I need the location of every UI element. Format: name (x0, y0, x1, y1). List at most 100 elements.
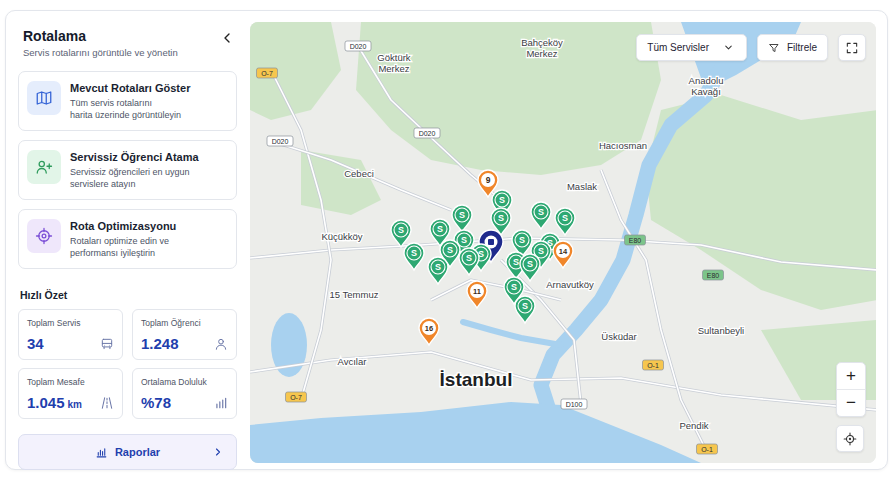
pin-shape (404, 243, 424, 270)
place-label-line: Maslak (567, 181, 597, 192)
road-shield: D100 (561, 399, 587, 409)
pin-label: S (527, 259, 533, 269)
zoom-in-label: + (846, 366, 856, 386)
road-shield-label: D020 (350, 43, 367, 50)
road-shield: O-1 (643, 360, 664, 370)
map-toolbar: Tüm Servisler Filtrele (636, 34, 866, 61)
action-card[interactable]: Mevcut Rotaları GösterTüm servis rotalar… (18, 71, 237, 131)
map-controls: +− (836, 362, 866, 452)
stat-value: 1.248 (141, 335, 179, 352)
road (601, 170, 706, 450)
pin-ring (558, 211, 572, 225)
action-title: Servissiz Öğrenci Atama (70, 151, 199, 163)
road-shield-box (257, 68, 278, 78)
place-label: 15 Temmuz (330, 289, 379, 300)
stat-value-group: %78 (141, 394, 171, 412)
stat-label: Toplam Öğrenci (141, 318, 228, 328)
summary-title: Hızlı Özet (20, 289, 237, 301)
service-pin[interactable]: S (531, 202, 551, 229)
service-pin[interactable]: S (404, 243, 424, 270)
reports-label: Raporlar (115, 446, 160, 458)
chart-icon (95, 446, 108, 459)
bus-icon (100, 337, 114, 351)
sidebar-heading: RotalamaServis rotalarını görüntüle ve y… (23, 28, 178, 58)
service-pin[interactable]: S (459, 248, 479, 275)
stat-card: Toplam Öğrenci 1.248 (132, 309, 237, 360)
action-body: Mevcut Rotaları GösterTüm servis rotalar… (70, 81, 190, 121)
fullscreen-button[interactable] (838, 34, 866, 61)
stat-label: Ortalama Doluluk (141, 377, 228, 387)
pin-label: S (519, 235, 525, 245)
road-core (601, 170, 706, 450)
place-label-line: Merkez (526, 48, 557, 59)
reports-button[interactable]: Raporlar (18, 434, 237, 470)
road-shield-label: O-1 (701, 446, 713, 453)
road-shield-label: E80 (707, 272, 720, 279)
action-card[interactable]: Rota OptimizasyonuRotaları optimize edin… (18, 209, 237, 269)
action-card[interactable]: Servissiz Öğrenci Atama Servissiz öğrenci… (18, 140, 237, 200)
service-pin[interactable]: S (520, 254, 540, 281)
service-pin[interactable]: S (428, 257, 448, 284)
stat-value-group: 1.045km (27, 394, 82, 412)
zoom-control: +− (836, 362, 866, 417)
numbered-pin[interactable]: 16 (419, 318, 439, 345)
pin-shape (531, 202, 551, 229)
action-body: Rota OptimizasyonuRotaları optimize edin… (70, 219, 176, 259)
place-label: Arnavutköy (546, 279, 594, 290)
road-shield-box (703, 270, 724, 280)
place-label-line: Arnavutköy (546, 279, 594, 290)
description-line: servislere atayın (70, 178, 199, 190)
land (250, 22, 876, 463)
road-shield: E80 (703, 270, 724, 280)
locate-button[interactable] (836, 425, 864, 452)
numbered-pin[interactable]: 14 (553, 241, 573, 268)
road-core (250, 238, 876, 270)
chevron-left-icon[interactable] (219, 30, 235, 46)
stat-label: Toplam Mesafe (27, 377, 114, 387)
road-shield-box (286, 392, 307, 402)
service-filter-label: Tüm Servisler (647, 42, 709, 53)
map-canvas[interactable]: GöktürkMerkezBahçeköyMerkezAnadoluKavağı… (250, 22, 876, 463)
place-label: AnadoluKavağı (689, 75, 724, 97)
place-label: Cebeci (344, 168, 374, 179)
chevron-down-icon (723, 42, 734, 53)
routing-card: RotalamaServis rotalarını görüntüle ve y… (5, 10, 888, 470)
place-label: GöktürkMerkez (377, 52, 411, 74)
pin-label: S (513, 257, 519, 267)
service-pin[interactable]: S (515, 296, 535, 323)
pin-label: S (435, 262, 441, 272)
stat-row: 1.045km (27, 394, 114, 412)
action-title: Rota Optimizasyonu (70, 220, 176, 232)
pin-label: S (511, 282, 517, 292)
pin-label: 16 (425, 324, 433, 333)
place-label-line: Avcılar (338, 356, 367, 367)
pin-shape (459, 248, 479, 275)
filter-label: Filtrele (787, 42, 817, 53)
zoom-out-button[interactable]: − (837, 389, 865, 416)
action-icon-box (27, 150, 61, 184)
action-icon-box (27, 81, 61, 115)
stat-card: Toplam Servis34 (18, 309, 123, 360)
stat-row: 1.248 (141, 335, 228, 353)
service-pin[interactable]: S (452, 205, 472, 232)
pin-hole (556, 244, 570, 258)
service-pin[interactable]: S (555, 208, 575, 235)
pin-shape (391, 220, 411, 247)
zoom-in-button[interactable]: + (837, 363, 865, 389)
user-plus-icon (35, 158, 53, 176)
service-pin[interactable]: S (391, 220, 411, 247)
service-filter-dropdown[interactable]: Tüm Servisler (636, 34, 747, 61)
place-label-line: Merkez (378, 63, 409, 74)
place-label-line: Bahçeköy (521, 37, 563, 48)
description-line: Servissiz öğrencileri en uygun (70, 166, 199, 178)
stat-unit: km (68, 399, 82, 410)
pin-label: S (498, 213, 504, 223)
road-shield-box (414, 128, 440, 138)
map[interactable]: GöktürkMerkezBahçeköyMerkezAnadoluKavağı… (250, 22, 876, 463)
road-shield-box (643, 360, 664, 370)
description-line: performansı iyileştirin (70, 247, 176, 259)
numbered-pin[interactable]: 11 (467, 281, 487, 308)
user-icon (214, 337, 228, 351)
filter-button[interactable]: Filtrele (757, 34, 828, 61)
road-shield-label: O-7 (261, 70, 273, 77)
